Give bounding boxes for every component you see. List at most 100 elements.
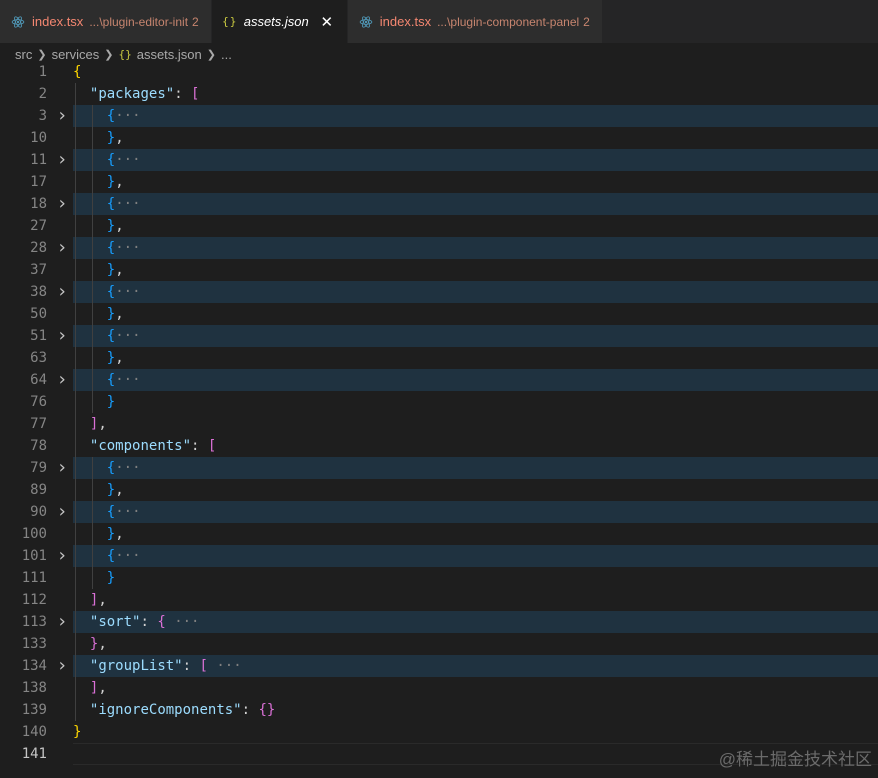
chevron-right-icon[interactable]: › (55, 237, 69, 259)
code-line[interactable]: 112], (0, 589, 878, 611)
chevron-right-icon[interactable]: › (55, 105, 69, 127)
code-line[interactable]: 100}, (0, 523, 878, 545)
code-line[interactable]: 11 › {··· (0, 149, 878, 171)
line-number: 76 (30, 394, 47, 410)
token: ··· (115, 328, 141, 344)
code-text: }, (107, 127, 124, 149)
line-number: 138 (21, 680, 47, 696)
indent-guide (91, 259, 93, 281)
code-line[interactable]: 2 "packages": [ (0, 83, 878, 105)
code-text: } (107, 567, 115, 589)
chevron-right-icon[interactable]: › (55, 369, 69, 391)
code-line[interactable]: 10}, (0, 127, 878, 149)
code-line[interactable]: 64 › {··· (0, 369, 878, 391)
chevron-right-icon[interactable]: › (55, 611, 69, 633)
indent-guide (75, 149, 76, 171)
indent-guide (75, 413, 76, 435)
chevron-right-icon[interactable]: › (55, 545, 69, 567)
breadcrumb-item[interactable]: assets.json (137, 47, 202, 62)
tab-path: ...\plugin-component-panel (437, 14, 580, 29)
line-number: 112 (21, 592, 47, 608)
code-line[interactable]: 77], (0, 413, 878, 435)
code-line[interactable]: 76} (0, 391, 878, 413)
react-icon (10, 14, 26, 30)
indent-guide (75, 303, 76, 325)
token: , (98, 416, 107, 432)
indent-guide (91, 127, 93, 149)
breadcrumb-item[interactable]: src (15, 47, 32, 62)
code-line[interactable]: 38 › {··· (0, 281, 878, 303)
token: [ (207, 438, 217, 454)
indent-guide (75, 171, 76, 193)
indent-guide (75, 611, 76, 633)
code-text: "components": [ (90, 435, 216, 457)
tab-index-tsx-0[interactable]: index.tsx ...\plugin-editor-init 2 (0, 0, 212, 43)
code-line[interactable]: 3 › {··· (0, 105, 878, 127)
code-line[interactable]: 28 › {··· (0, 237, 878, 259)
tab-index-tsx-2[interactable]: index.tsx ...\plugin-component-panel 2 (347, 0, 603, 43)
code-line[interactable]: 134 › "groupList": [ ··· (0, 655, 878, 677)
code-line[interactable]: 37}, (0, 259, 878, 281)
code-line[interactable]: 63}, (0, 347, 878, 369)
token: : (191, 438, 208, 454)
chevron-right-icon[interactable]: › (55, 281, 69, 303)
code-line[interactable]: 101 › {··· (0, 545, 878, 567)
chevron-right-icon: ❯ (37, 48, 47, 61)
chevron-right-icon[interactable]: › (55, 501, 69, 523)
code-line[interactable]: 133}, (0, 633, 878, 655)
code-line[interactable]: 111} (0, 567, 878, 589)
chevron-right-icon[interactable]: › (55, 149, 69, 171)
line-number: 134 (21, 658, 47, 674)
tab-label: index.tsx (379, 14, 432, 29)
close-icon[interactable]: ✕ (319, 13, 335, 31)
code-editor[interactable]: 1{2 "packages": [3 › {··· 10}, 11 › {··· 17}, 18 ›… (0, 61, 878, 778)
code-line[interactable]: 1{ (0, 61, 878, 83)
token: { (106, 240, 116, 256)
code-line[interactable]: 138], (0, 677, 878, 699)
chevron-right-icon[interactable]: › (55, 457, 69, 479)
code-line[interactable]: 79 › {··· (0, 457, 878, 479)
token: } (73, 724, 82, 740)
code-text: { (73, 61, 81, 83)
line-number: 27 (30, 218, 47, 234)
line-number: 51 (30, 328, 47, 344)
problem-count-badge: 2 (192, 14, 199, 29)
line-number: 10 (30, 130, 47, 146)
indent-guide (91, 325, 93, 347)
code-line[interactable]: 90 › {··· (0, 501, 878, 523)
code-line[interactable]: 51 › {··· (0, 325, 878, 347)
token: ··· (165, 614, 200, 630)
chevron-right-icon[interactable]: › (55, 193, 69, 215)
token: ··· (115, 372, 141, 388)
code-line[interactable]: 140} (0, 721, 878, 743)
chevron-right-icon[interactable]: › (55, 325, 69, 347)
code-line[interactable]: 50}, (0, 303, 878, 325)
token: } (106, 350, 116, 366)
token: } (106, 174, 116, 190)
code-line[interactable]: 27}, (0, 215, 878, 237)
code-line[interactable]: 89}, (0, 479, 878, 501)
code-line[interactable]: 139 "ignoreComponents": {} (0, 699, 878, 721)
code-text: {··· (107, 545, 141, 567)
indent-guide (75, 369, 76, 391)
tab-assets-json-1[interactable]: {} assets.json ✕ (211, 0, 348, 43)
react-icon (358, 14, 374, 30)
code-line[interactable]: 18 › {··· (0, 193, 878, 215)
token: , (115, 482, 124, 498)
token: } (106, 218, 116, 234)
code-text: ], (90, 413, 107, 435)
token: {} (258, 702, 276, 718)
indent-guide (75, 127, 76, 149)
tab-label: index.tsx (32, 14, 84, 29)
line-number: 111 (21, 570, 47, 586)
chevron-right-icon[interactable]: › (55, 655, 69, 677)
chevron-right-icon: ❯ (206, 48, 216, 61)
code-line[interactable]: 78 "components": [ (0, 435, 878, 457)
breadcrumb-item[interactable]: ... (221, 47, 232, 62)
code-line[interactable]: 17}, (0, 171, 878, 193)
watermark: @稀土掘金技术社区 (718, 750, 872, 769)
line-number: 100 (21, 526, 47, 542)
breadcrumb-item[interactable]: services (52, 47, 100, 62)
indent-guide (75, 633, 76, 655)
code-line[interactable]: 113 › "sort": { ··· (0, 611, 878, 633)
